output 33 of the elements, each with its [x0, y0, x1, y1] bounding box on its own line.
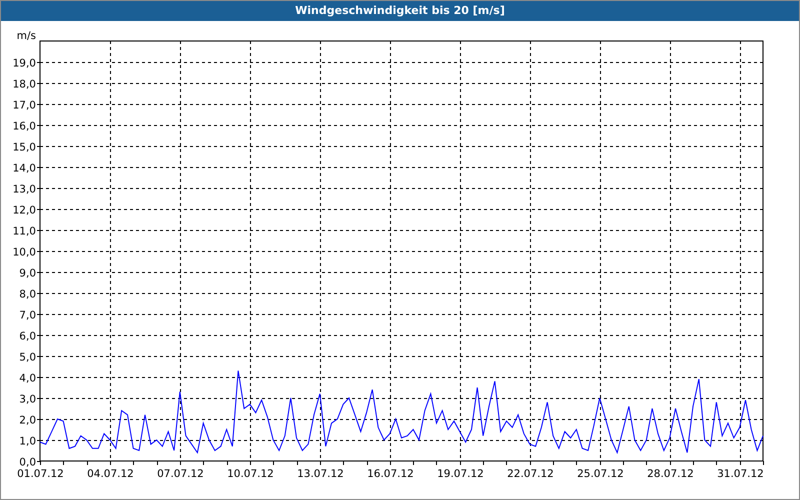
- x-tick-label: 13.07.12: [297, 468, 344, 480]
- x-tick-label: 04.07.12: [87, 468, 134, 480]
- x-tick-label: 28.07.12: [647, 468, 694, 480]
- y-tick-label: 18,0: [12, 78, 36, 90]
- y-tick-label: 12,0: [12, 204, 36, 216]
- x-tick-label: 01.07.12: [17, 468, 64, 480]
- x-tick-label: 31.07.12: [717, 468, 764, 480]
- x-tick-label: 16.07.12: [367, 468, 414, 480]
- y-tick-label: 13,0: [12, 184, 36, 196]
- y-tick-label: 1,0: [19, 436, 36, 448]
- chart-title: Windgeschwindigkeit bis 20 [m/s]: [1, 1, 799, 21]
- y-tick-label: 14,0: [12, 162, 36, 174]
- axis-unit-label: m/s: [16, 30, 36, 42]
- y-tick-label: 6,0: [19, 330, 36, 342]
- y-tick-label: 15,0: [12, 142, 36, 154]
- y-tick-label: 9,0: [19, 268, 36, 280]
- y-tick-label: 11,0: [12, 226, 36, 238]
- y-tick-label: 4,0: [19, 372, 36, 384]
- y-tick-label: 2,0: [19, 414, 36, 426]
- y-tick-label: 16,0: [12, 120, 36, 132]
- x-tick-label: 07.07.12: [157, 468, 204, 480]
- x-tick-label: 19.07.12: [437, 468, 484, 480]
- y-tick-label: 5,0: [19, 352, 36, 364]
- y-tick-label: 8,0: [19, 288, 36, 300]
- y-tick-label: 0,0: [19, 456, 36, 468]
- y-tick-label: 3,0: [19, 394, 36, 406]
- y-tick-label: 17,0: [12, 100, 36, 112]
- x-tick-label: 22.07.12: [507, 468, 554, 480]
- y-tick-label: 7,0: [19, 310, 36, 322]
- y-tick-label: 19,0: [12, 58, 36, 70]
- x-tick-label: 10.07.12: [227, 468, 274, 480]
- y-tick-label: 10,0: [12, 246, 36, 258]
- x-tick-label: 25.07.12: [577, 468, 624, 480]
